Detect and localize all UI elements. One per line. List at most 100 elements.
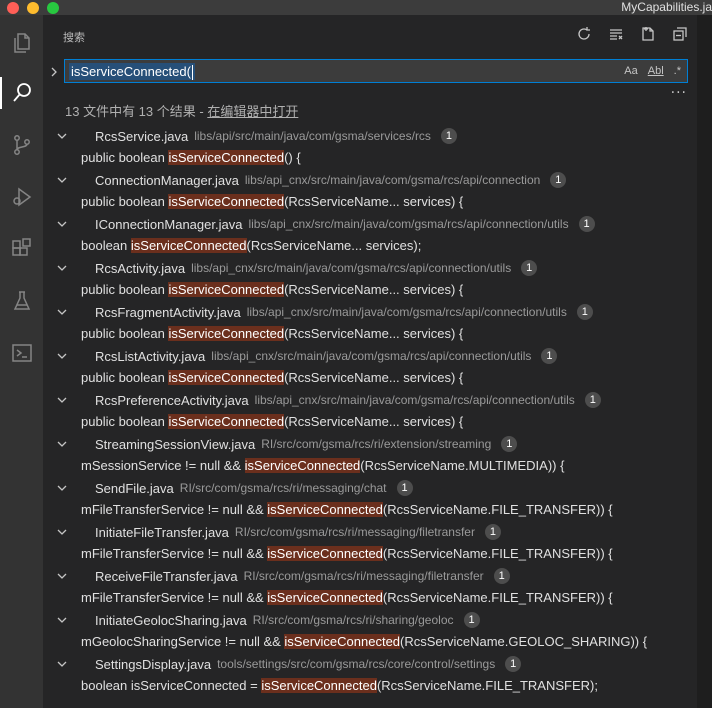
toggle-search-details-button[interactable]: ··· bbox=[671, 85, 687, 101]
match-highlight: isServiceConnected bbox=[261, 678, 377, 693]
match-highlight: isServiceConnected bbox=[168, 282, 285, 297]
chevron-down-icon[interactable] bbox=[57, 219, 67, 229]
regex-toggle[interactable]: .* bbox=[672, 63, 683, 80]
chevron-down-icon[interactable] bbox=[57, 175, 67, 185]
file-result-row[interactable]: RcsFragmentActivity.java libs/api_cnx/src… bbox=[43, 301, 697, 323]
file-path: RI/src/com/gsma/rcs/ri/messaging/filetra… bbox=[234, 525, 475, 539]
match-before-text: public boolean bbox=[81, 150, 169, 165]
chevron-down-icon[interactable] bbox=[57, 659, 67, 669]
source-control-button[interactable] bbox=[0, 125, 43, 165]
collapse-all-button[interactable] bbox=[671, 25, 689, 43]
file-result-row[interactable]: ReceiveFileTransfer.java RI/src/com/gsma/… bbox=[43, 565, 697, 587]
match-highlight: isServiceConnected bbox=[168, 414, 285, 429]
match-count-badge: 1 bbox=[396, 480, 413, 496]
match-result-row[interactable]: public boolean isServiceConnected() { bbox=[43, 147, 697, 169]
match-after-text: (RcsServiceName... services) { bbox=[284, 282, 464, 297]
search-results-tree: RcsService.java libs/api/src/main/java/co… bbox=[43, 125, 697, 697]
file-result-row[interactable]: StreamingSessionView.java RI/src/com/gsma… bbox=[43, 433, 697, 455]
remote-explorer-button[interactable] bbox=[0, 333, 43, 373]
chevron-down-icon[interactable] bbox=[57, 527, 67, 537]
match-highlight: isServiceConnected bbox=[244, 458, 361, 473]
refresh-button[interactable] bbox=[575, 25, 593, 43]
match-result-row[interactable]: boolean isServiceConnected(RcsServiceNam… bbox=[43, 235, 697, 257]
file-result-row[interactable]: RcsActivity.java libs/api_cnx/src/main/ja… bbox=[43, 257, 697, 279]
file-name: SendFile.java bbox=[95, 480, 174, 496]
explorer-button[interactable] bbox=[0, 23, 43, 63]
open-in-editor-link[interactable]: 在编辑器中打开 bbox=[207, 104, 298, 119]
match-result-row[interactable]: mFileTransferService != null && isServic… bbox=[43, 499, 697, 521]
file-label: InitiateGeolocSharing.java RI/src/com/gsm… bbox=[95, 612, 480, 628]
file-path: tools/settings/src/com/gsma/rcs/core/con… bbox=[217, 657, 496, 671]
minimize-window-button[interactable] bbox=[27, 2, 39, 14]
match-count-badge: 1 bbox=[578, 216, 595, 232]
extensions-button[interactable] bbox=[0, 229, 43, 269]
file-result-row[interactable]: SendFile.java RI/src/com/gsma/rcs/ri/mess… bbox=[43, 477, 697, 499]
chevron-down-icon[interactable] bbox=[57, 131, 67, 141]
match-result-row[interactable]: boolean isServiceConnected = isServiceCo… bbox=[43, 675, 697, 697]
file-result-row[interactable]: InitiateFileTransfer.java RI/src/com/gsma… bbox=[43, 521, 697, 543]
match-after-text: (RcsServiceName.FILE_TRANSFER)) { bbox=[382, 502, 613, 517]
match-after-text: (RcsServiceName.GEOLOC_SHARING)) { bbox=[400, 634, 648, 649]
chevron-down-icon[interactable] bbox=[57, 439, 67, 449]
search-options: Aa Abl .* bbox=[622, 63, 683, 80]
close-window-button[interactable] bbox=[7, 2, 19, 14]
match-after-text: (RcsServiceName... services) { bbox=[284, 414, 464, 429]
match-result-row[interactable]: mGeolocSharingService != null && isServi… bbox=[43, 631, 697, 653]
chevron-down-icon[interactable] bbox=[57, 351, 67, 361]
file-label: RcsFragmentActivity.java libs/api_cnx/src… bbox=[95, 304, 593, 320]
testing-button[interactable] bbox=[0, 281, 43, 321]
match-result-row[interactable]: mFileTransferService != null && isServic… bbox=[43, 587, 697, 609]
chevron-down-icon[interactable] bbox=[57, 571, 67, 581]
chevron-down-icon[interactable] bbox=[57, 263, 67, 273]
file-path: RI/src/com/gsma/rcs/ri/messaging/filetra… bbox=[243, 569, 484, 583]
file-result-row[interactable]: RcsPreferenceActivity.java libs/api_cnx/s… bbox=[43, 389, 697, 411]
file-path: libs/api/src/main/java/com/gsma/services… bbox=[194, 129, 431, 143]
file-result-row[interactable]: SettingsDisplay.java tools/settings/src/c… bbox=[43, 653, 697, 675]
chevron-down-icon[interactable] bbox=[57, 395, 67, 405]
clear-results-button[interactable] bbox=[607, 25, 625, 43]
file-label: ConnectionManager.java libs/api_cnx/src/m… bbox=[95, 172, 567, 188]
zoom-window-button[interactable] bbox=[47, 2, 59, 14]
match-highlight: isServiceConnected bbox=[267, 546, 383, 561]
chevron-down-icon[interactable] bbox=[57, 307, 67, 317]
match-result-row[interactable]: public boolean isServiceConnected(RcsSer… bbox=[43, 367, 697, 389]
match-after-text: (RcsServiceName.FILE_TRANSFER)) { bbox=[382, 546, 613, 561]
match-before-text: mFileTransferService != null && bbox=[81, 546, 268, 561]
match-result-row[interactable]: public boolean isServiceConnected(RcsSer… bbox=[43, 323, 697, 345]
file-result-row[interactable]: ConnectionManager.java libs/api_cnx/src/m… bbox=[43, 169, 697, 191]
match-result-row[interactable]: public boolean isServiceConnected(RcsSer… bbox=[43, 191, 697, 213]
match-case-toggle[interactable]: Aa bbox=[622, 63, 639, 80]
match-result-row[interactable]: mSessionService != null && isServiceConn… bbox=[43, 455, 697, 477]
search-query-text[interactable]: isServiceConnected( bbox=[69, 63, 195, 81]
match-result-row[interactable]: public boolean isServiceConnected(RcsSer… bbox=[43, 411, 697, 433]
match-after-text: (RcsServiceName.MULTIMEDIA)) { bbox=[360, 458, 565, 473]
chevron-down-icon[interactable] bbox=[57, 483, 67, 493]
search-view-button[interactable] bbox=[0, 73, 43, 113]
files-icon bbox=[13, 33, 30, 53]
run-debug-button[interactable] bbox=[0, 177, 43, 217]
match-whole-word-toggle[interactable]: Abl bbox=[646, 63, 666, 80]
file-label: RcsPreferenceActivity.java libs/api_cnx/s… bbox=[95, 392, 601, 408]
match-before-text: public boolean bbox=[81, 282, 169, 297]
match-result-row[interactable]: mFileTransferService != null && isServic… bbox=[43, 543, 697, 565]
match-after-text: (RcsServiceName... services) { bbox=[284, 370, 464, 385]
file-name: RcsActivity.java bbox=[95, 260, 186, 276]
match-highlight: isServiceConnected bbox=[168, 194, 285, 209]
match-before-text: public boolean bbox=[81, 326, 169, 341]
match-result-row[interactable]: public boolean isServiceConnected(RcsSer… bbox=[43, 279, 697, 301]
chevron-right-icon bbox=[51, 67, 57, 77]
results-count-text: 13 文件中有 13 个结果 - bbox=[65, 104, 208, 119]
search-input[interactable]: isServiceConnected( Aa Abl .* bbox=[64, 59, 688, 83]
file-result-row[interactable]: RcsService.java libs/api/src/main/java/co… bbox=[43, 125, 697, 147]
new-search-editor-button[interactable] bbox=[639, 25, 657, 43]
editor-tab-title[interactable]: MyCapabilities.ja bbox=[621, 0, 712, 15]
testing-icon bbox=[13, 291, 30, 310]
file-result-row[interactable]: RcsListActivity.java libs/api_cnx/src/mai… bbox=[43, 345, 697, 367]
chevron-down-icon[interactable] bbox=[57, 615, 67, 625]
file-result-row[interactable]: IConnectionManager.java libs/api_cnx/src/… bbox=[43, 213, 697, 235]
toggle-replace-button[interactable] bbox=[48, 65, 60, 79]
file-result-row[interactable]: InitiateGeolocSharing.java RI/src/com/gsm… bbox=[43, 609, 697, 631]
file-label: InitiateFileTransfer.java RI/src/com/gsma… bbox=[95, 524, 501, 540]
match-before-text: boolean isServiceConnected = bbox=[81, 678, 262, 693]
file-path: RI/src/com/gsma/rcs/ri/extension/streami… bbox=[261, 437, 492, 451]
